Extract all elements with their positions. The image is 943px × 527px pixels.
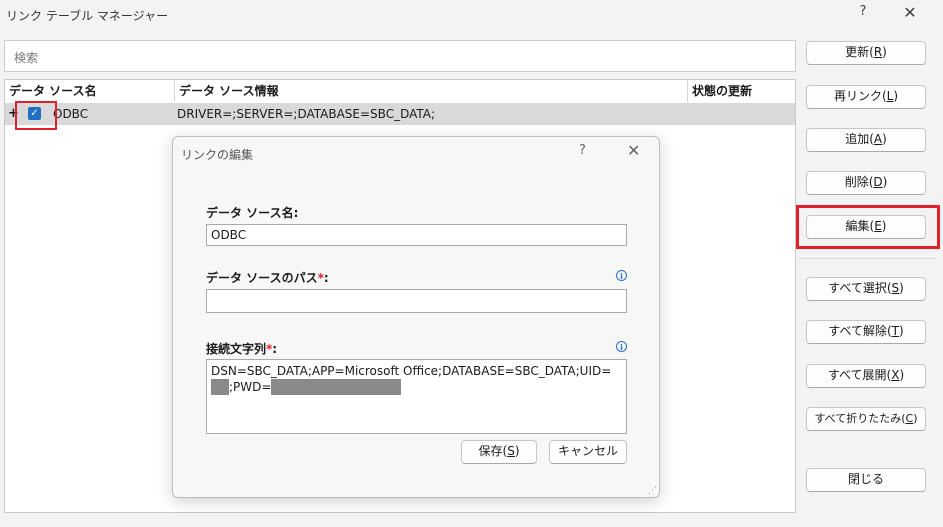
edit-button-highlight-box	[796, 205, 940, 249]
close-icon[interactable]: ✕	[898, 3, 922, 25]
source-name-field[interactable]: ODBC	[206, 224, 627, 246]
source-path-label: データ ソースのパス*:	[206, 271, 329, 285]
connection-string-label: 接続文字列*:	[206, 342, 278, 356]
search-input[interactable]: 検索	[4, 40, 796, 72]
column-header-refresh-status[interactable]: 状態の更新	[688, 80, 795, 102]
close-button[interactable]: 閉じる	[806, 468, 926, 492]
column-header-source-info[interactable]: データ ソース情報	[175, 80, 687, 102]
info-icon[interactable]: i	[616, 270, 627, 281]
relink-button[interactable]: 再リンク(L)	[806, 85, 926, 109]
refresh-button[interactable]: 更新(R)	[806, 41, 926, 65]
dialog-title: リンクの編集	[181, 148, 254, 162]
edit-link-dialog: リンクの編集 ? ✕ データ ソース名: ODBC データ ソースのパス*: i…	[172, 136, 660, 498]
dialog-close-icon[interactable]: ✕	[627, 141, 640, 160]
info-icon[interactable]: i	[616, 341, 627, 352]
resize-grip-icon[interactable]: ⋰	[648, 486, 657, 496]
help-icon[interactable]: ?	[852, 4, 874, 24]
delete-button[interactable]: 削除(D)	[806, 171, 926, 195]
expand-all-button[interactable]: すべて展開(X)	[806, 364, 926, 388]
window-title: リンク テーブル マネージャー	[6, 9, 169, 23]
redacted-uid	[211, 379, 229, 395]
source-path-field[interactable]	[206, 289, 627, 313]
cell-source-info: DRIVER=;SERVER=;DATABASE=SBC_DATA;	[177, 107, 436, 121]
table-row[interactable]: + ✓ ODBC DRIVER=;SERVER=;DATABASE=SBC_DA…	[5, 103, 795, 125]
cell-source-name: ODBC	[53, 107, 89, 121]
save-button[interactable]: 保存(S)	[461, 440, 537, 464]
redacted-password	[271, 379, 402, 395]
add-button[interactable]: 追加(A)	[806, 128, 926, 152]
button-divider	[798, 258, 936, 259]
connection-string-field[interactable]: DSN=SBC_DATA;APP=Microsoft Office;DATABA…	[206, 359, 627, 434]
column-header-source-name[interactable]: データ ソース名	[5, 80, 175, 102]
select-all-button[interactable]: すべて選択(S)	[806, 277, 926, 301]
deselect-all-button[interactable]: すべて解除(T)	[806, 320, 926, 344]
dialog-help-icon[interactable]: ?	[579, 143, 586, 158]
checkbox-highlight-box	[15, 101, 57, 130]
cancel-button[interactable]: キャンセル	[549, 440, 627, 464]
source-name-label: データ ソース名:	[206, 206, 299, 220]
collapse-all-button[interactable]: すべて折りたたみ(C)	[806, 407, 926, 431]
